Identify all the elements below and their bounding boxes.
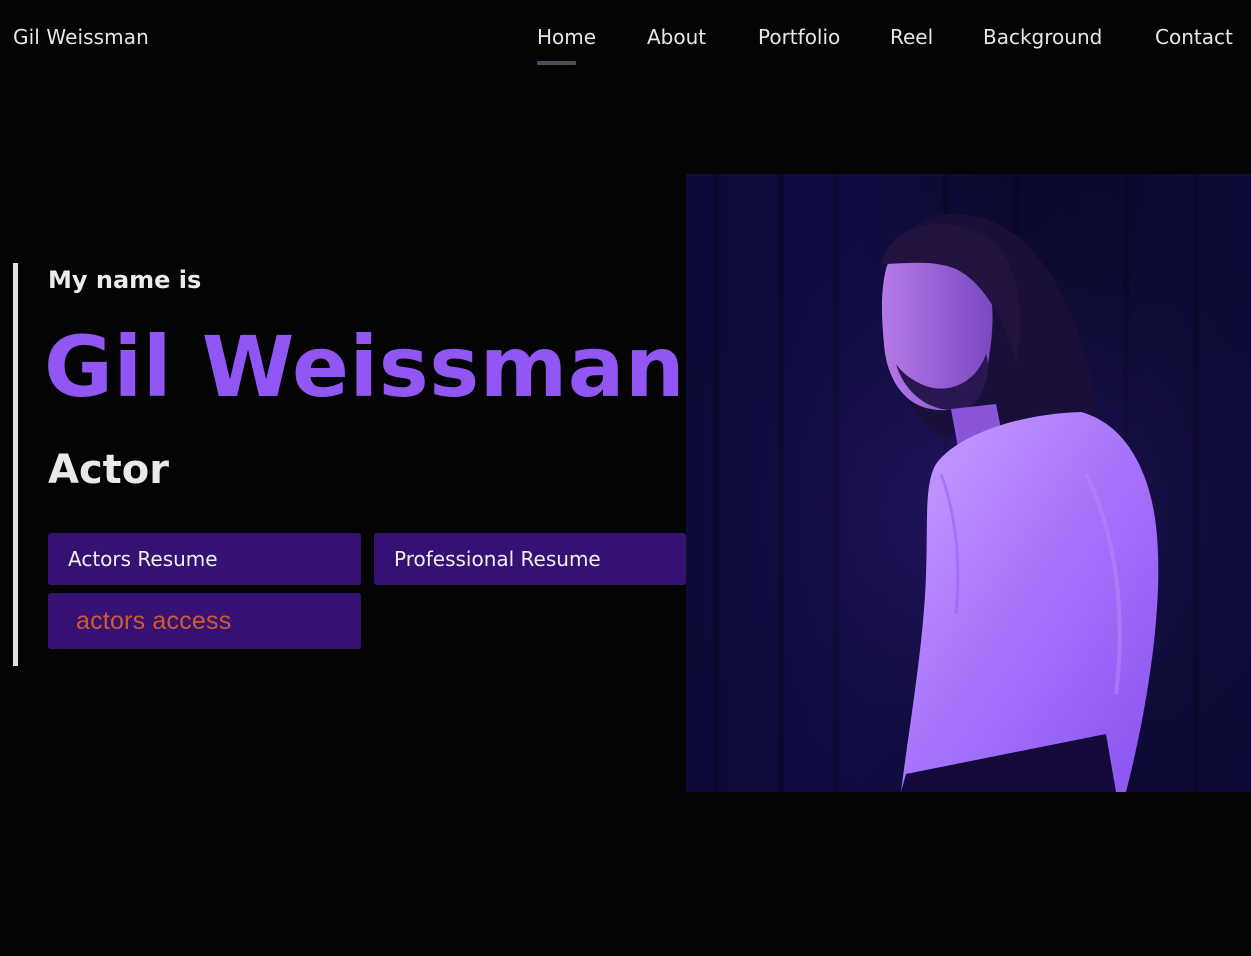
actors-resume-button[interactable]: Actors Resume (48, 533, 361, 585)
hero-accent-bar (13, 263, 18, 666)
hero-name: Gil Weissman (44, 318, 686, 416)
professional-resume-button[interactable]: Professional Resume (374, 533, 686, 585)
portrait-photo-icon (686, 174, 1251, 792)
nav-background[interactable]: Background (983, 25, 1102, 49)
main-nav: Home About Portfolio Reel Background Con… (0, 25, 1251, 69)
nav-home[interactable]: Home (537, 25, 596, 65)
nav-about[interactable]: About (647, 25, 706, 49)
nav-portfolio[interactable]: Portfolio (758, 25, 840, 49)
hero-intro: My name is (48, 266, 202, 294)
page: Gil Weissman Home About Portfolio Reel B… (0, 0, 1251, 956)
nav-reel[interactable]: Reel (890, 25, 933, 49)
actors-access-button[interactable]: actors access (48, 593, 361, 649)
hero-role: Actor (48, 447, 169, 493)
nav-contact[interactable]: Contact (1155, 25, 1233, 49)
portrait-image (686, 174, 1251, 792)
